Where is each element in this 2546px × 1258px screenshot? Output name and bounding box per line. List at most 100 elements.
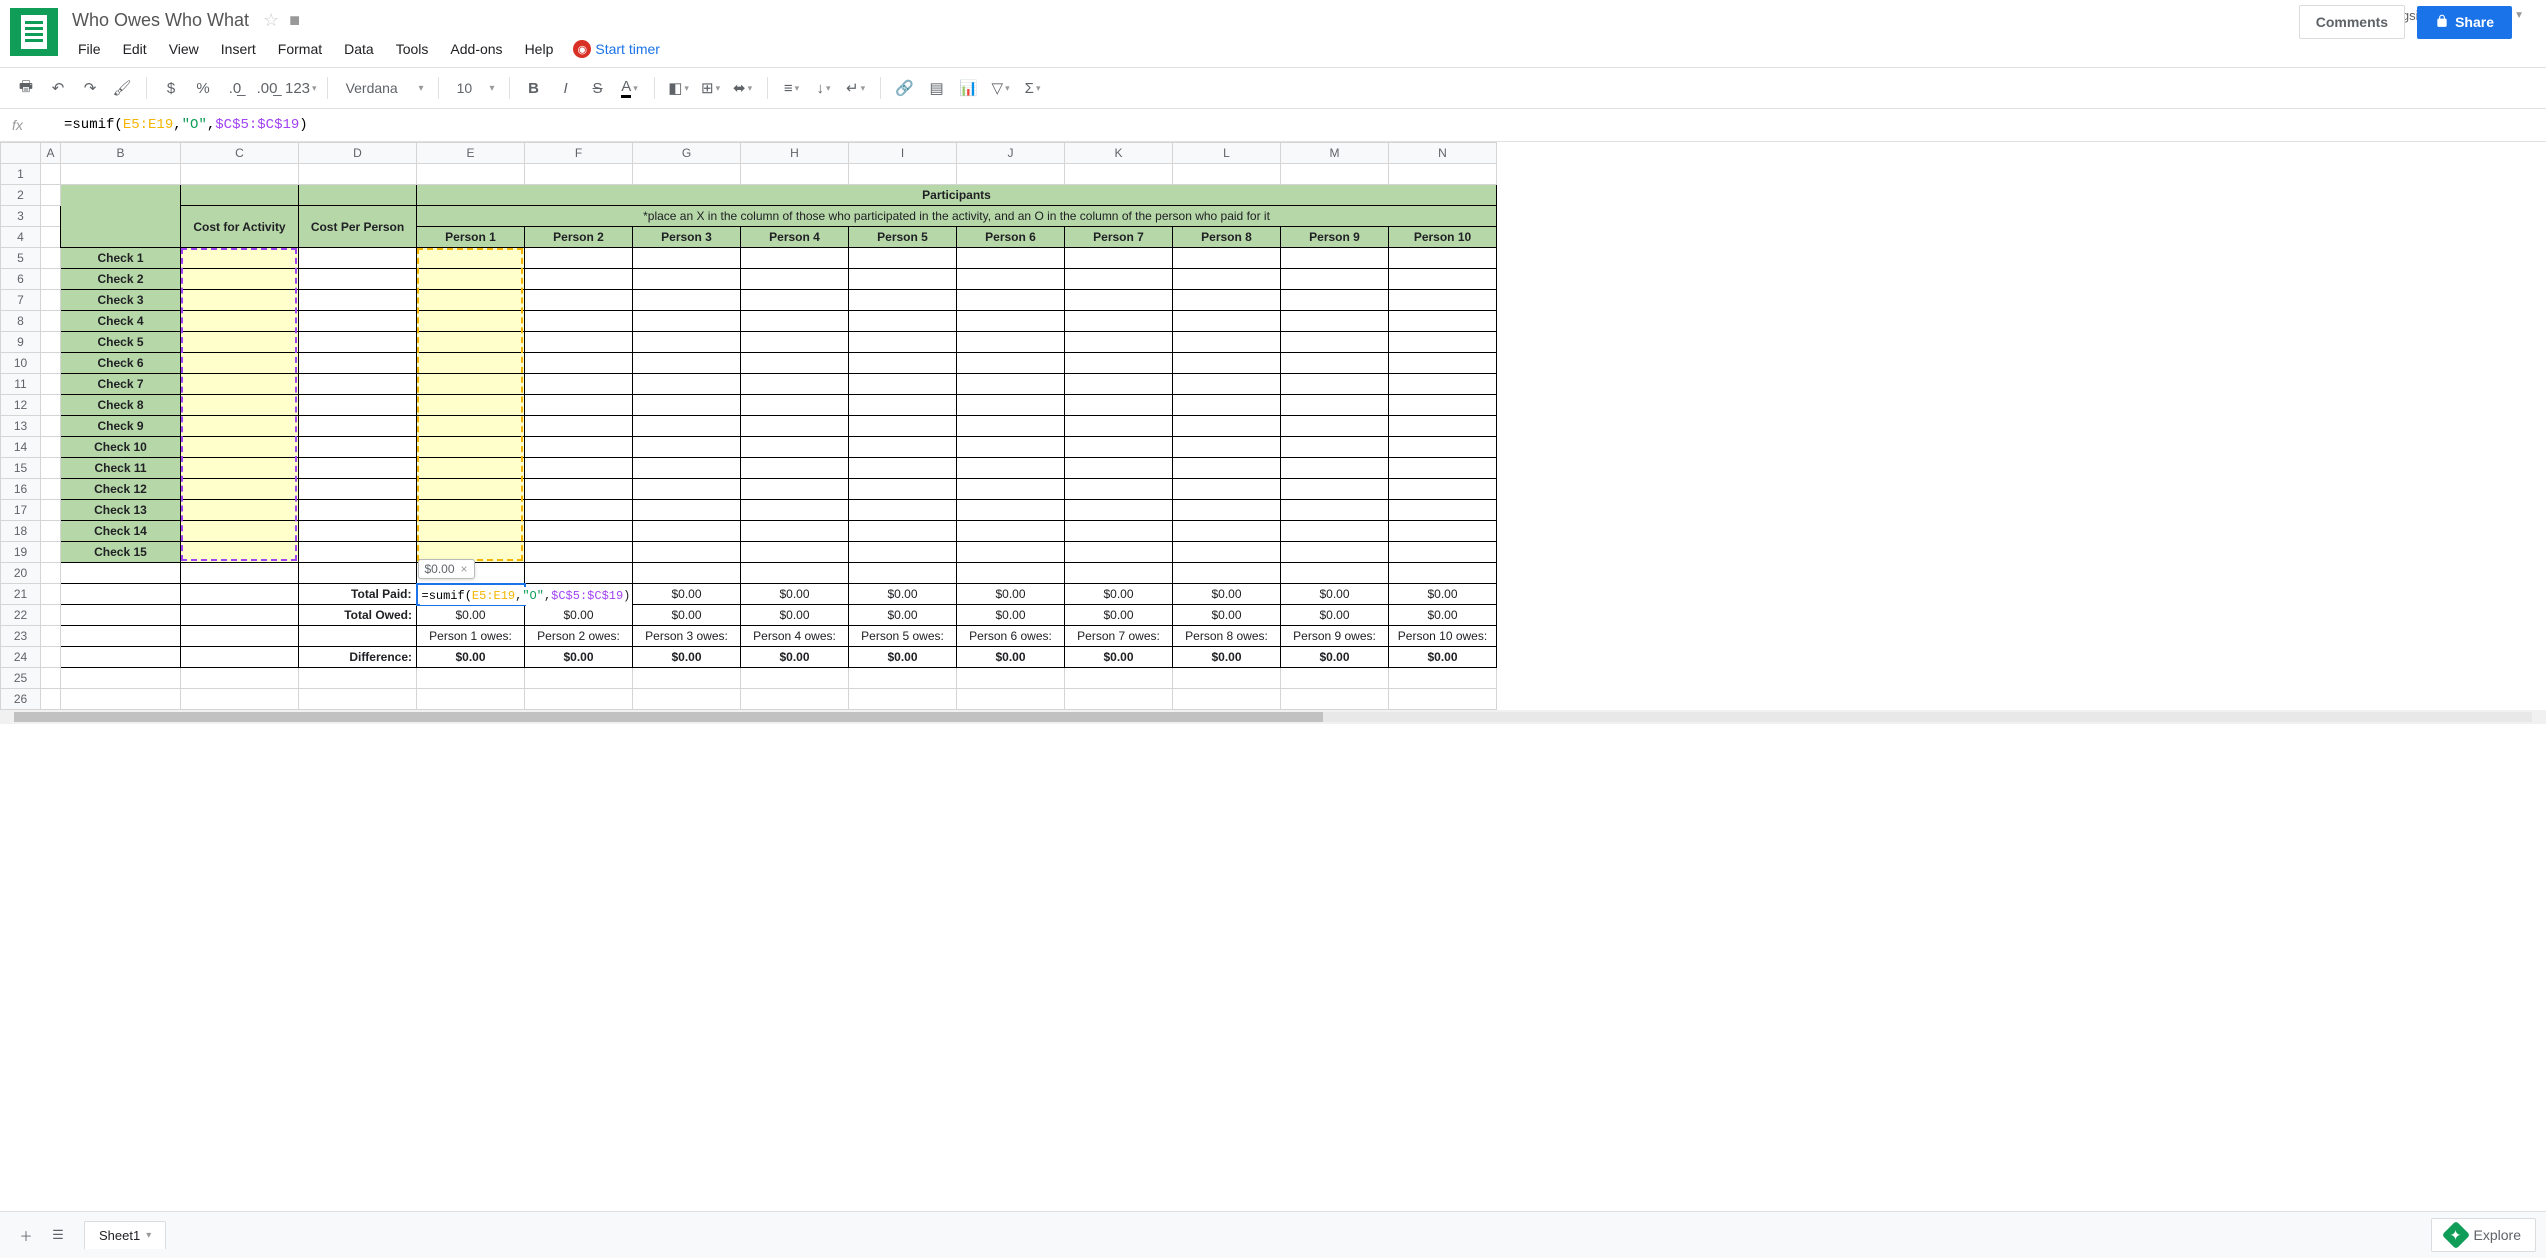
cell[interactable] (957, 689, 1065, 710)
cell[interactable]: Check 10 (61, 437, 181, 458)
cell[interactable] (417, 689, 525, 710)
cell[interactable] (1173, 542, 1281, 563)
cell[interactable] (1281, 479, 1389, 500)
sheet-tab-sheet1[interactable]: Sheet1 ▾ (84, 1221, 166, 1249)
cell[interactable] (1389, 479, 1497, 500)
cell[interactable]: Person 4 owes: (741, 626, 849, 647)
cell[interactable] (1389, 374, 1497, 395)
cell[interactable] (1173, 416, 1281, 437)
cell[interactable] (417, 500, 525, 521)
undo-icon[interactable]: ↶ (44, 74, 72, 102)
cell[interactable] (299, 269, 417, 290)
cell[interactable]: $0.00 (417, 605, 525, 626)
cell[interactable] (1065, 416, 1173, 437)
cell[interactable] (1173, 500, 1281, 521)
column-header[interactable]: A (41, 143, 61, 164)
cell[interactable] (1389, 437, 1497, 458)
cell[interactable] (1281, 311, 1389, 332)
cell[interactable] (633, 458, 741, 479)
number-format-dropdown[interactable]: 123 (285, 74, 317, 102)
cell[interactable] (633, 269, 741, 290)
italic-icon[interactable]: I (552, 74, 580, 102)
cell[interactable]: Total Owed: (299, 605, 417, 626)
cell[interactable] (1173, 395, 1281, 416)
formula-bar-input[interactable]: =sumif(E5:E19,"O",$C$5:$C$19) (60, 113, 2534, 137)
cell[interactable] (525, 668, 633, 689)
cell[interactable] (525, 416, 633, 437)
cell[interactable] (957, 290, 1065, 311)
column-header[interactable]: B (61, 143, 181, 164)
cell[interactable]: Person 4 (741, 227, 849, 248)
cell[interactable] (1281, 437, 1389, 458)
cell[interactable] (181, 311, 299, 332)
cell[interactable]: *place an X in the column of those who p… (417, 206, 1497, 227)
cell[interactable] (1281, 332, 1389, 353)
cell[interactable]: $0.00 (633, 647, 741, 668)
cell[interactable]: $0.00 (1065, 647, 1173, 668)
cell[interactable] (957, 500, 1065, 521)
cell[interactable] (1173, 374, 1281, 395)
cell[interactable]: $0.00 (1389, 647, 1497, 668)
cell[interactable] (181, 626, 299, 647)
cell[interactable] (41, 437, 61, 458)
cell[interactable] (1389, 542, 1497, 563)
cell[interactable]: $0.00 (957, 605, 1065, 626)
cell[interactable] (633, 521, 741, 542)
cell[interactable] (849, 542, 957, 563)
cell[interactable]: $0.00 (741, 584, 849, 605)
cell[interactable] (525, 374, 633, 395)
cell[interactable] (849, 248, 957, 269)
cell[interactable]: $0.00 (1065, 584, 1173, 605)
cell[interactable] (181, 437, 299, 458)
cell[interactable] (1065, 479, 1173, 500)
row-header[interactable]: 16 (1, 479, 41, 500)
cell[interactable] (1281, 248, 1389, 269)
cell[interactable] (181, 500, 299, 521)
cell[interactable]: $0.00 (1173, 647, 1281, 668)
column-header[interactable]: N (1389, 143, 1497, 164)
cell[interactable]: Check 7 (61, 374, 181, 395)
cell[interactable] (741, 521, 849, 542)
cell[interactable] (633, 668, 741, 689)
cell[interactable] (741, 248, 849, 269)
sheets-logo[interactable] (10, 8, 58, 56)
row-header[interactable]: 1 (1, 164, 41, 185)
cell[interactable] (299, 353, 417, 374)
cell[interactable]: $0.00 (1281, 584, 1389, 605)
cell[interactable]: Person 6 owes: (957, 626, 1065, 647)
decrease-decimal-icon[interactable]: .0̲ (221, 74, 249, 102)
cell[interactable] (849, 395, 957, 416)
row-header[interactable]: 13 (1, 416, 41, 437)
cell[interactable] (41, 290, 61, 311)
cell[interactable] (181, 353, 299, 374)
cell[interactable] (417, 332, 525, 353)
cell[interactable] (299, 458, 417, 479)
cell[interactable] (181, 185, 299, 206)
cell[interactable] (741, 374, 849, 395)
cell[interactable] (1065, 164, 1173, 185)
cell[interactable] (181, 164, 299, 185)
cell[interactable] (41, 584, 61, 605)
spreadsheet-grid[interactable]: ABCDEFGHIJKLMN12Participants3Cost for Ac… (0, 142, 2546, 1211)
cell[interactable] (61, 563, 181, 584)
cell[interactable] (525, 164, 633, 185)
document-title[interactable]: Who Owes Who What (68, 8, 253, 33)
cell[interactable] (633, 290, 741, 311)
cell[interactable] (849, 332, 957, 353)
cell[interactable] (1389, 395, 1497, 416)
cell[interactable] (61, 584, 181, 605)
cell[interactable] (741, 542, 849, 563)
cell[interactable] (181, 542, 299, 563)
cell[interactable] (299, 521, 417, 542)
cell[interactable] (1281, 269, 1389, 290)
cell[interactable] (633, 437, 741, 458)
text-color-icon[interactable]: A (616, 74, 644, 102)
cell[interactable] (181, 563, 299, 584)
cell[interactable] (417, 311, 525, 332)
row-header[interactable]: 14 (1, 437, 41, 458)
cell[interactable] (1173, 311, 1281, 332)
cell[interactable] (1173, 353, 1281, 374)
column-header[interactable]: K (1065, 143, 1173, 164)
cell[interactable]: Cost Per Person (299, 206, 417, 248)
share-button[interactable]: Share (2417, 6, 2512, 39)
